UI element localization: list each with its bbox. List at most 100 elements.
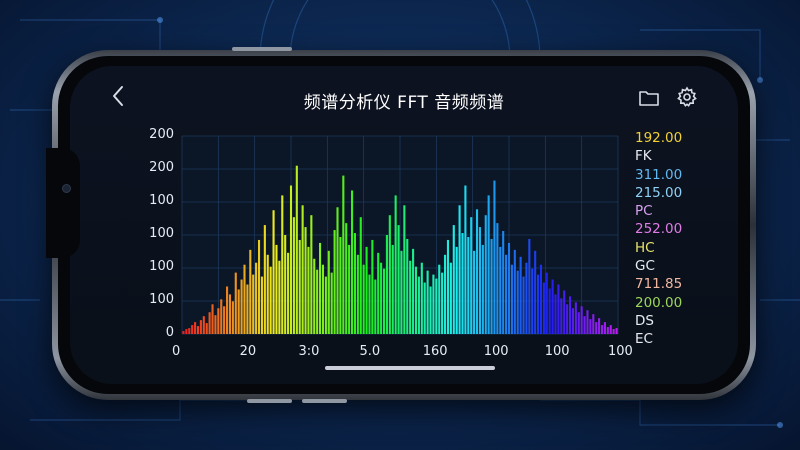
spectrum-bar: [368, 274, 371, 334]
spectrum-bar: [284, 235, 287, 334]
spectrum-bar: [429, 286, 432, 334]
spectrum-bar: [487, 195, 490, 334]
spectrum-bar: [417, 276, 420, 334]
legend: 192.00 FK 311.00 215.00 PC 252.00 HC GC 711.85 20…: [635, 129, 705, 349]
x-tick-label: 100: [608, 344, 633, 359]
spectrum-bar: [400, 250, 403, 334]
spectrum-bar: [339, 236, 342, 334]
spectrum-bar: [548, 288, 551, 334]
spectrum-bar: [583, 316, 586, 334]
spectrum-bar: [446, 239, 450, 334]
camera: [62, 184, 71, 193]
legend-item: 711.85: [635, 276, 683, 293]
spectrum-bar: [182, 331, 185, 334]
spectrum-bar: [426, 270, 429, 334]
spectrum-bar: [441, 272, 444, 334]
x-tick-label: 20: [239, 344, 257, 359]
spectrum-bar: [571, 308, 574, 334]
spectrum-bar: [490, 238, 493, 334]
spectrum-bar: [377, 252, 380, 334]
legend-item: 311.00: [635, 166, 683, 183]
spectrum-bar: [269, 266, 272, 334]
spectrum-bar: [499, 246, 502, 334]
app-screen: 频谱分析仪 FFT 音频频谱 200 200 100 100 100 100 0…: [70, 66, 738, 384]
spectrum-bar: [455, 246, 458, 334]
spectrum-bar: [539, 264, 543, 334]
spectrum-bar: [307, 246, 310, 334]
spectrum-bar: [403, 205, 406, 334]
phone-frame: 频谱分析仪 FFT 音频频谱 200 200 100 100 100 100 0…: [46, 47, 756, 403]
legend-item: 192.00: [635, 130, 683, 146]
spectrum-bar: [240, 279, 243, 334]
spectrum-bar: [365, 246, 368, 334]
spectrum-bar: [394, 195, 397, 334]
spectrum-bar: [481, 244, 484, 334]
notch: [46, 148, 80, 258]
spectrum-bar: [385, 235, 388, 334]
legend-item: 200.00: [635, 294, 683, 311]
spectrum-bar: [208, 312, 211, 334]
spectrum-bar: [545, 272, 548, 334]
spectrum-bar: [615, 328, 618, 334]
spectrum-bar: [475, 209, 479, 334]
spectrum-bar: [196, 326, 200, 334]
spectrum-bar: [275, 244, 278, 334]
spectrum-bar: [452, 225, 455, 334]
spectrum-bar: [397, 225, 400, 334]
spectrum-bar: [444, 254, 447, 334]
legend-item: EC: [635, 331, 653, 348]
spectrum-bar: [231, 301, 234, 334]
spectrum-bar: [217, 308, 220, 334]
spectrum-bar: [612, 329, 615, 334]
spectrum-bar: [211, 304, 214, 334]
spectrum-bar: [327, 250, 330, 334]
legend-item: 252.00: [635, 221, 683, 238]
spectrum-bar: [319, 242, 322, 334]
spectrum-bar: [330, 272, 333, 334]
spectrum-bar: [382, 268, 386, 334]
spectrum-bar: [496, 223, 499, 334]
spectrum-bar: [467, 236, 470, 334]
spectrum-bar: [333, 230, 336, 334]
spectrum-bar: [507, 242, 511, 334]
spectrum-bar: [435, 278, 438, 334]
spectrum-bar: [257, 239, 261, 334]
y-tick-label: 200: [149, 127, 174, 142]
spectrum-bar: [606, 327, 609, 334]
x-tick-label: 0: [172, 344, 181, 359]
spectrum-bar: [324, 276, 327, 334]
spectrum-bar: [557, 284, 560, 334]
y-tick-label: 200: [149, 160, 174, 175]
spectrum-bar: [298, 239, 301, 334]
spectrum-bar: [473, 250, 476, 334]
spectrum-bar: [281, 195, 284, 334]
spectrum-bar: [461, 233, 464, 334]
spectrum-bar: [342, 175, 345, 334]
spectrum-bar: [554, 294, 557, 334]
home-indicator[interactable]: [325, 366, 495, 370]
spectrum-bar: [464, 185, 467, 334]
spectrum-bar: [348, 244, 351, 334]
spectrum-bar: [359, 217, 362, 334]
volume-button: [247, 399, 292, 403]
spectrum-bar: [260, 276, 263, 334]
spectrum-bar: [188, 328, 191, 334]
spectrum-bar: [531, 268, 534, 334]
spectrum-bar: [255, 262, 258, 334]
spectrum-bar: [321, 264, 325, 334]
spectrum-bar: [519, 256, 522, 334]
spectrum-bar: [350, 190, 354, 334]
spectrum-bar: [525, 262, 528, 334]
spectrum-bar: [586, 310, 589, 334]
spectrum-bar: [313, 258, 316, 334]
spectrum-bar: [336, 207, 339, 334]
spectrum-bar: [420, 262, 423, 334]
x-tick-label: 5.0: [359, 344, 381, 359]
spectrum-bar: [185, 329, 188, 334]
spectrum-bar: [458, 205, 461, 334]
spectrum-bar: [249, 249, 252, 334]
legend-item: GC: [635, 258, 655, 275]
spectrum-bar: [380, 262, 383, 334]
spectrum-bar: [194, 322, 197, 334]
spectrum-bar: [423, 282, 426, 334]
